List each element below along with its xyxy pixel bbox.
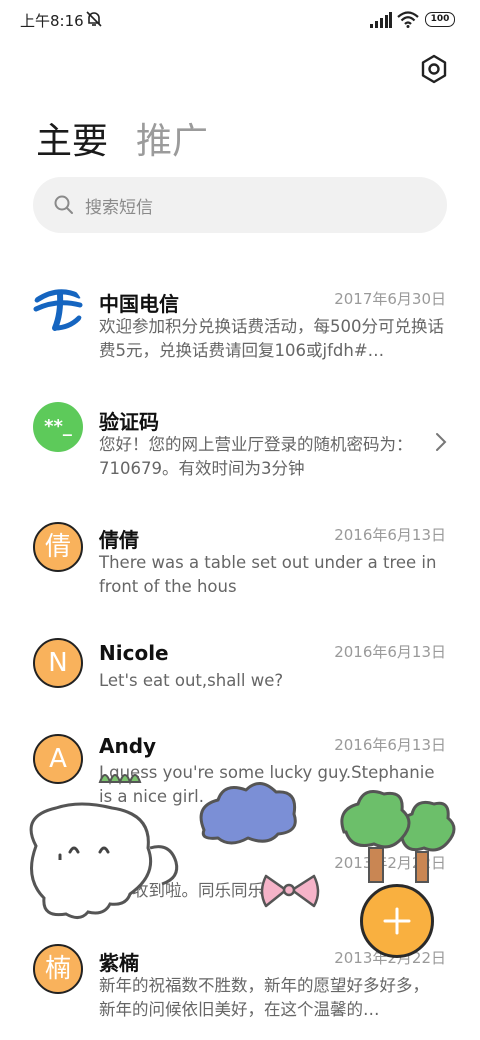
contact-name: 倩倩	[99, 528, 139, 552]
conversation-item[interactable]: N Nicole 2016年6月13日 Let's eat out,shall …	[0, 636, 480, 706]
message-preview: 新年的祝福数不胜数，新年的愿望好多好多，新年的问候依旧美好，在这个温馨的…	[99, 976, 429, 1019]
conversation-item[interactable]: A Andy 2016年6月13日 I guess you're some lu…	[0, 732, 480, 822]
tab-primary[interactable]: 主要	[36, 112, 108, 164]
search-icon	[54, 195, 73, 214]
conversation-item[interactable]: **_ 验证码 您好！您的网上营业厅登录的随机密码为：710679。有效时间为3…	[0, 400, 480, 490]
contact-name: 中国电信	[99, 292, 179, 316]
message-preview: There was a table set out under a tree i…	[99, 553, 437, 596]
new-message-button[interactable]	[360, 884, 434, 958]
contact-name: 紫楠	[99, 951, 139, 975]
settings-gear-icon[interactable]	[419, 54, 449, 84]
message-date: 2016年6月13日	[334, 526, 446, 544]
bell-off-icon	[86, 11, 102, 27]
chevron-right-icon	[436, 433, 447, 451]
conversation-item[interactable]: 倩 倩倩 2016年6月13日 There was a table set ou…	[0, 518, 480, 608]
message-preview: Let's eat out,shall we?	[99, 671, 284, 690]
plus-icon	[383, 907, 411, 935]
message-preview: I guess you're some lucky guy.Stephanie …	[99, 763, 435, 806]
contact-name: Andy	[99, 734, 157, 758]
avatar: A	[33, 734, 83, 784]
message-date: 2017年6月30日	[334, 290, 446, 308]
status-bar: 上午8:16 100	[0, 0, 480, 40]
message-date: 2016年6月13日	[334, 643, 446, 661]
wifi-icon	[397, 11, 419, 28]
avatar: N	[33, 638, 83, 688]
contact-name: Nicole	[99, 641, 169, 665]
status-time: 上午8:16	[20, 12, 84, 30]
search-placeholder: 搜索短信	[85, 198, 153, 218]
conversation-item[interactable]: 中国电信 2017年6月30日 欢迎参加积分兑换话费活动，每500分可兑换话费5…	[0, 282, 480, 382]
avatar: 倩	[33, 522, 83, 572]
tab-promotions[interactable]: 推广	[136, 112, 208, 164]
message-preview: 欢迎参加积分兑换话费活动，每500分可兑换话费5元，兑换话费请回复106或jfd…	[99, 317, 444, 360]
message-date: 2013年2月22日	[334, 854, 446, 872]
verification-code-avatar: **_	[33, 402, 83, 452]
avatar: 楠	[33, 944, 83, 994]
telecom-logo-icon	[33, 289, 83, 331]
contact-name: 验证码	[99, 410, 159, 434]
contact-name: 燕婷	[99, 856, 139, 880]
signal-icon	[370, 12, 392, 28]
message-preview: 您好！您的网上营业厅登录的随机密码为：710679。有效时间为3分钟	[99, 435, 413, 478]
avatar: 婷	[33, 849, 83, 899]
message-date: 2016年6月13日	[334, 736, 446, 754]
search-input[interactable]: 搜索短信	[33, 177, 447, 233]
battery-indicator: 100	[425, 12, 455, 27]
